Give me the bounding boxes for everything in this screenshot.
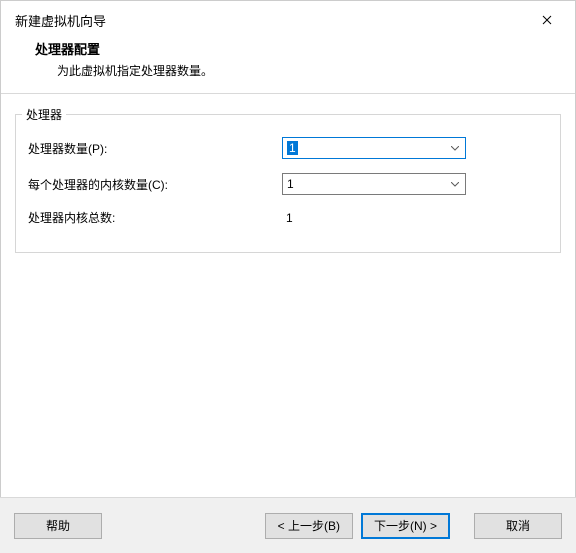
cores-row: 每个处理器的内核数量(C): 1 — [28, 173, 548, 195]
cores-label: 每个处理器的内核数量(C): — [28, 176, 282, 193]
total-cores-value: 1 — [282, 211, 293, 225]
processors-value: 1 — [287, 141, 298, 155]
wizard-header: 处理器配置 为此虚拟机指定处理器数量。 — [1, 37, 575, 94]
chevron-down-icon — [449, 146, 461, 151]
processors-groupbox: 处理器 处理器数量(P): 1 每个处理器的内核数量(C): 1 处理器内核总数… — [15, 114, 561, 253]
titlebar: 新建虚拟机向导 — [1, 1, 575, 37]
next-button[interactable]: 下一步(N) > — [361, 513, 450, 539]
window-title: 新建虚拟机向导 — [15, 11, 106, 30]
total-cores-row: 处理器内核总数: 1 — [28, 209, 548, 226]
cancel-button[interactable]: 取消 — [474, 513, 562, 539]
wizard-content: 处理器 处理器数量(P): 1 每个处理器的内核数量(C): 1 处理器内核总数… — [1, 94, 575, 494]
wizard-footer: 帮助 < 上一步(B) 下一步(N) > 取消 — [0, 497, 576, 553]
processors-row: 处理器数量(P): 1 — [28, 137, 548, 159]
page-subtitle: 为此虚拟机指定处理器数量。 — [35, 62, 541, 79]
processors-label: 处理器数量(P): — [28, 140, 282, 157]
cores-value: 1 — [287, 177, 294, 191]
processors-dropdown[interactable]: 1 — [282, 137, 466, 159]
chevron-down-icon — [449, 182, 461, 187]
page-title: 处理器配置 — [35, 39, 541, 58]
cores-dropdown[interactable]: 1 — [282, 173, 466, 195]
total-cores-label: 处理器内核总数: — [28, 209, 282, 226]
back-button[interactable]: < 上一步(B) — [265, 513, 353, 539]
help-button[interactable]: 帮助 — [14, 513, 102, 539]
close-button[interactable] — [531, 8, 563, 32]
close-icon — [542, 15, 552, 25]
groupbox-legend: 处理器 — [22, 106, 66, 123]
